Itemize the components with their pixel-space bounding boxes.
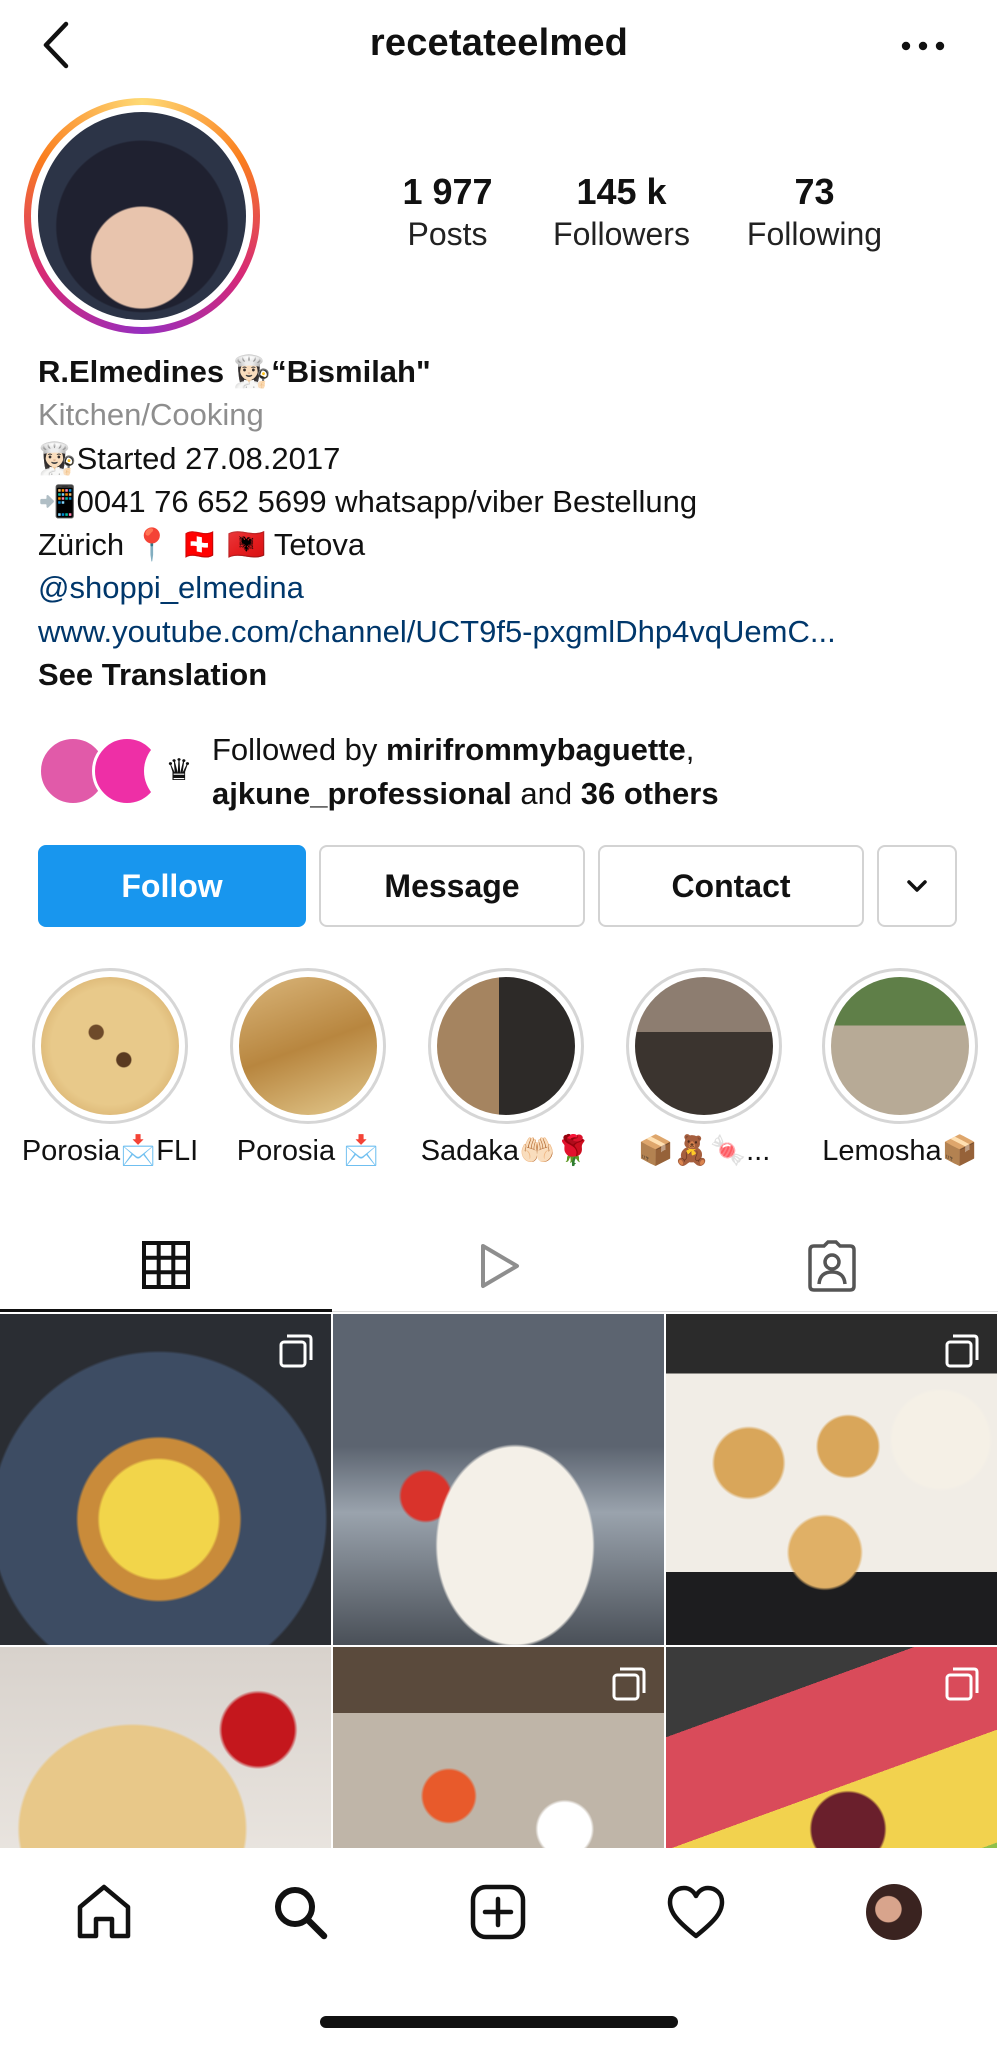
multiple-photos-icon [279,1334,313,1368]
highlight-item[interactable]: 📦🧸🍬... [604,968,804,1168]
nav-home[interactable] [72,1880,136,1944]
highlight-ring [32,968,188,1124]
highlight-cover [239,977,377,1115]
home-indicator [320,2016,678,2028]
post-thumbnail[interactable] [0,1647,331,1848]
profile-stats: 1 977 Posts 145 k Followers 73 Following [370,170,930,254]
highlight-ring [428,968,584,1124]
action-buttons: Follow Message Contact [38,845,960,927]
stat-followers[interactable]: 145 k Followers [525,170,718,254]
more-horizontal-icon [901,41,945,51]
highlight-label: 📦🧸🍬... [637,1135,771,1167]
stat-posts[interactable]: 1 977 Posts [370,170,525,254]
display-name: R.Elmedines 👩🏻‍🍳“Bismilah" [38,354,431,389]
play-icon [481,1244,519,1288]
profile-username: recetateelmed [369,22,629,64]
separator: , [685,732,695,767]
message-button[interactable]: Message [319,845,585,927]
stat-following[interactable]: 73 Following [718,170,911,254]
suggested-dropdown-button[interactable] [877,845,957,927]
highlight-cover [41,977,179,1115]
heart-icon [667,1885,725,1939]
highlight-cover [831,977,969,1115]
highlight-ring [230,968,386,1124]
followed-by-prefix: Followed by [212,732,387,767]
posts-grid [0,1314,998,1848]
highlight-ring [626,968,782,1124]
nav-search[interactable] [268,1880,332,1944]
follower-name: mirifrommybaguette [386,732,686,767]
highlight-cover [437,977,575,1115]
following-count: 73 [794,171,835,212]
profile-avatar[interactable] [24,98,260,334]
bio-line: 👩🏻‍🍳Started 27.08.2017 [38,440,341,476]
post-thumbnail[interactable] [0,1314,331,1645]
website-link[interactable]: www.youtube.com/channel/UCT9f5-pxgmlDhp4… [38,610,978,653]
more-options-button[interactable] [900,36,946,56]
search-icon [275,1887,328,1940]
profile-tabs [0,1220,998,1312]
bio-line: 📲0041 76 652 5699 whatsapp/viber Bestell… [38,483,698,519]
see-translation-link[interactable]: See Translation [38,653,978,696]
posts-label: Posts [407,216,488,252]
posts-count: 1 977 [402,171,493,212]
and-text: and [511,776,581,811]
highlight-item[interactable]: Porosia📩FLI [10,968,210,1168]
nav-activity[interactable] [664,1880,728,1944]
highlight-label: Porosia📩FLI [21,1135,199,1167]
mention-link[interactable]: @shoppi_elmedina [38,566,978,609]
profile-bio: R.Elmedines 👩🏻‍🍳“Bismilah" Kitchen/Cooki… [38,350,978,696]
followers-label: Followers [553,216,690,252]
home-icon [77,1884,131,1939]
grid-icon [142,1240,190,1289]
highlight-item[interactable]: Sadaka🤲🏻🌹 [406,968,606,1168]
highlight-label: Sadaka🤲🏻🌹 [420,1135,592,1167]
highlight-ring [822,968,978,1124]
highlight-cover [635,977,773,1115]
highlight-item[interactable]: Porosia 📩 [208,968,408,1168]
plus-square-icon [470,1884,526,1940]
followed-by-text: Followed by mirifrommybaguette, ajkune_p… [212,728,719,816]
contact-button[interactable]: Contact [598,845,864,927]
tab-reels[interactable] [333,1220,665,1312]
multiple-photos-icon [612,1667,646,1701]
follower-avatar: ♛ [144,736,214,806]
followers-count: 145 k [576,171,667,212]
story-highlights: Porosia📩FLI Porosia 📩 Sadaka🤲🏻🌹 📦🧸🍬... L… [0,968,998,1178]
others-count: 36 others [580,776,719,811]
tab-posts-grid[interactable] [0,1220,332,1312]
follow-button[interactable]: Follow [38,845,306,927]
profile-avatar-icon [866,1884,922,1940]
highlight-label: Lemosha📦 [822,1135,978,1167]
chevron-down-icon [907,880,927,892]
post-thumbnail[interactable] [666,1647,997,1848]
multiple-photos-icon [945,1334,979,1368]
nav-create[interactable] [466,1880,530,1944]
category-label: Kitchen/Cooking [38,397,264,433]
followed-by-section[interactable]: ♛ Followed by mirifrommybaguette, ajkune… [38,728,978,818]
post-thumbnail[interactable] [333,1647,664,1848]
follower-name: ajkune_professional [212,776,512,811]
bio-line: Zürich 📍 🇨🇭 🇦🇱 Tetova [38,527,366,563]
following-label: Following [746,216,883,252]
highlight-item[interactable]: Lemosha📦 [800,968,998,1168]
multiple-photos-icon [945,1667,979,1701]
top-bar: recetateelmed [0,0,998,90]
bottom-navigation [0,1850,998,1970]
highlight-label: Porosia 📩 [236,1135,380,1167]
avatar-photo [38,112,246,320]
tab-tagged[interactable] [666,1220,998,1312]
post-thumbnail[interactable] [666,1314,997,1645]
tagged-user-icon [808,1240,856,1292]
post-thumbnail[interactable] [333,1314,664,1645]
nav-profile[interactable] [862,1880,926,1944]
